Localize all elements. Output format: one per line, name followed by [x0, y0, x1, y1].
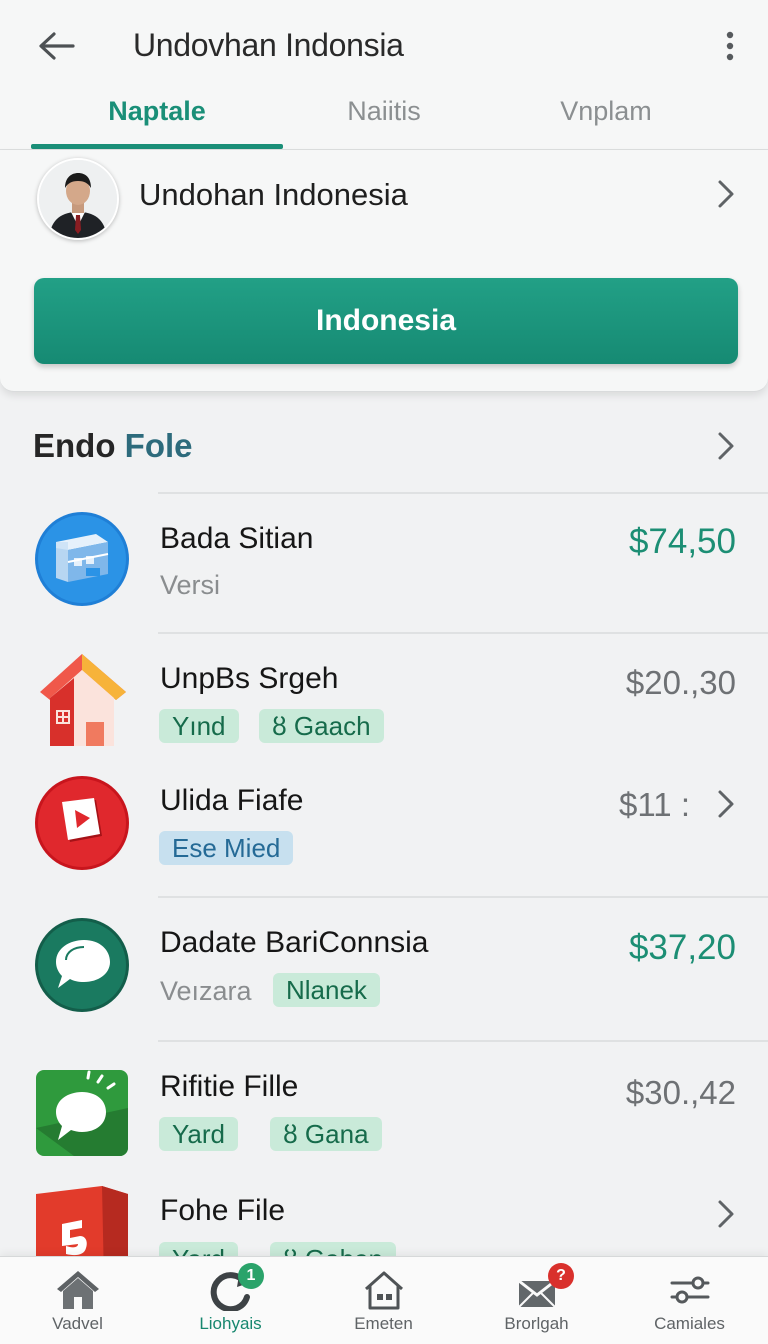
item-price: $20.,30 — [625, 664, 736, 701]
item-tag[interactable]: Ese Mied — [159, 831, 294, 865]
tab-naptale[interactable]: Naptale — [31, 96, 283, 146]
item-title: Rifitie Fille — [160, 1070, 299, 1103]
avatar[interactable] — [37, 158, 119, 240]
list-item[interactable]: Ulida Fiafe Ese Mied $11 : — [0, 762, 768, 892]
list-item[interactable]: Bada Sitian Versi $74,50 — [0, 500, 768, 630]
nav-item-liohyais[interactable]: 1 Liohyais — [154, 1257, 307, 1344]
item-price: $30.,42 — [625, 1074, 736, 1111]
nav-item-vadvel[interactable]: Vadvel — [1, 1257, 154, 1344]
page-title: Undovhan Indonsia — [133, 27, 404, 63]
item-chevron[interactable] — [708, 1194, 744, 1234]
chevron-right-icon — [718, 180, 734, 208]
nav-item-camiales[interactable]: Camiales — [613, 1257, 766, 1344]
item-title: Ulida Fiafe — [160, 784, 304, 817]
section-title: Endo Fole — [33, 427, 193, 465]
house-outline-icon — [364, 1271, 403, 1310]
video-app-icon — [35, 776, 129, 870]
divider — [158, 896, 768, 898]
divider — [158, 632, 768, 634]
item-title: Fohe File — [160, 1194, 286, 1227]
arrow-left-icon — [39, 32, 75, 60]
person-portrait-icon — [39, 160, 117, 238]
item-subtitle: Versi — [160, 570, 221, 600]
nav-label: Brorlgah — [504, 1314, 569, 1333]
chevron-right-icon — [718, 432, 734, 460]
item-tag[interactable]: ȣ Gaach — [259, 709, 384, 743]
list-item[interactable]: UnpBs Srgeh Yınd ȣ Gaach $20.,30 — [0, 640, 768, 770]
section-see-all-button[interactable] — [708, 424, 744, 468]
item-chevron[interactable] — [708, 784, 744, 824]
tab-naiitis[interactable]: Naiitis — [258, 96, 510, 146]
notification-badge: ? — [548, 1263, 574, 1289]
item-title: Dadate BariConnsia — [160, 926, 429, 959]
item-tag[interactable]: Yınd — [159, 709, 239, 743]
chevron-right-icon — [718, 1200, 734, 1228]
item-title: UnpBs Srgeh — [160, 662, 339, 695]
item-price: $37,20 — [628, 928, 736, 967]
back-button[interactable] — [34, 26, 78, 66]
item-tag[interactable]: ȣ Gana — [270, 1117, 382, 1151]
divider — [158, 1040, 768, 1042]
message-app-icon — [36, 1070, 128, 1156]
profile-name[interactable]: Undohan Indonesia — [139, 177, 408, 213]
section-title-part2: Fole — [124, 427, 193, 464]
home-icon — [56, 1271, 99, 1309]
profile-card: Undohan Indonesia Indonesia — [0, 150, 768, 392]
top-app-bar: Undovhan Indonsia Naptale Naiitis Vnplam — [0, 0, 768, 150]
nav-item-emeten[interactable]: Emeten — [307, 1257, 460, 1344]
nav-label: Camiales — [654, 1314, 725, 1333]
divider — [158, 492, 768, 494]
item-price: $74,50 — [628, 522, 736, 561]
chevron-right-icon — [718, 790, 734, 818]
overflow-menu-button[interactable] — [712, 26, 748, 66]
tab-vnplam[interactable]: Vnplam — [480, 96, 732, 146]
item-price: $11 : — [619, 786, 690, 823]
nav-item-brorlgah[interactable]: ? Brorlgah — [460, 1257, 613, 1344]
active-tab-indicator — [31, 144, 283, 149]
indonesia-button[interactable]: Indonesia — [34, 278, 738, 364]
more-vertical-icon — [726, 31, 734, 61]
item-title: Bada Sitian — [160, 522, 314, 555]
stack-app-icon — [35, 512, 129, 606]
chat-app-icon — [35, 918, 129, 1012]
item-tag[interactable]: Yard — [159, 1117, 238, 1151]
item-subtitle: Veızara — [160, 976, 252, 1006]
nav-label: Emeten — [354, 1314, 413, 1333]
settings-sliders-icon — [670, 1276, 709, 1304]
list-item[interactable]: Dadate BariConnsia Veızara Nlanek $37,20 — [0, 904, 768, 1034]
item-tag[interactable]: Nlanek — [273, 973, 380, 1007]
nav-label: Liohyais — [199, 1314, 262, 1333]
notification-badge: 1 — [238, 1263, 264, 1289]
bottom-navigation: Vadvel 1 Liohyais Emeten ? Brorlgah Cami… — [0, 1256, 768, 1344]
section-title-part1: Endo — [33, 427, 116, 464]
house-app-icon — [40, 654, 126, 746]
profile-chevron[interactable] — [708, 174, 744, 214]
list-item[interactable]: Rifitie Fille Yard ȣ Gana $30.,42 — [0, 1048, 768, 1178]
nav-label: Vadvel — [52, 1314, 103, 1333]
